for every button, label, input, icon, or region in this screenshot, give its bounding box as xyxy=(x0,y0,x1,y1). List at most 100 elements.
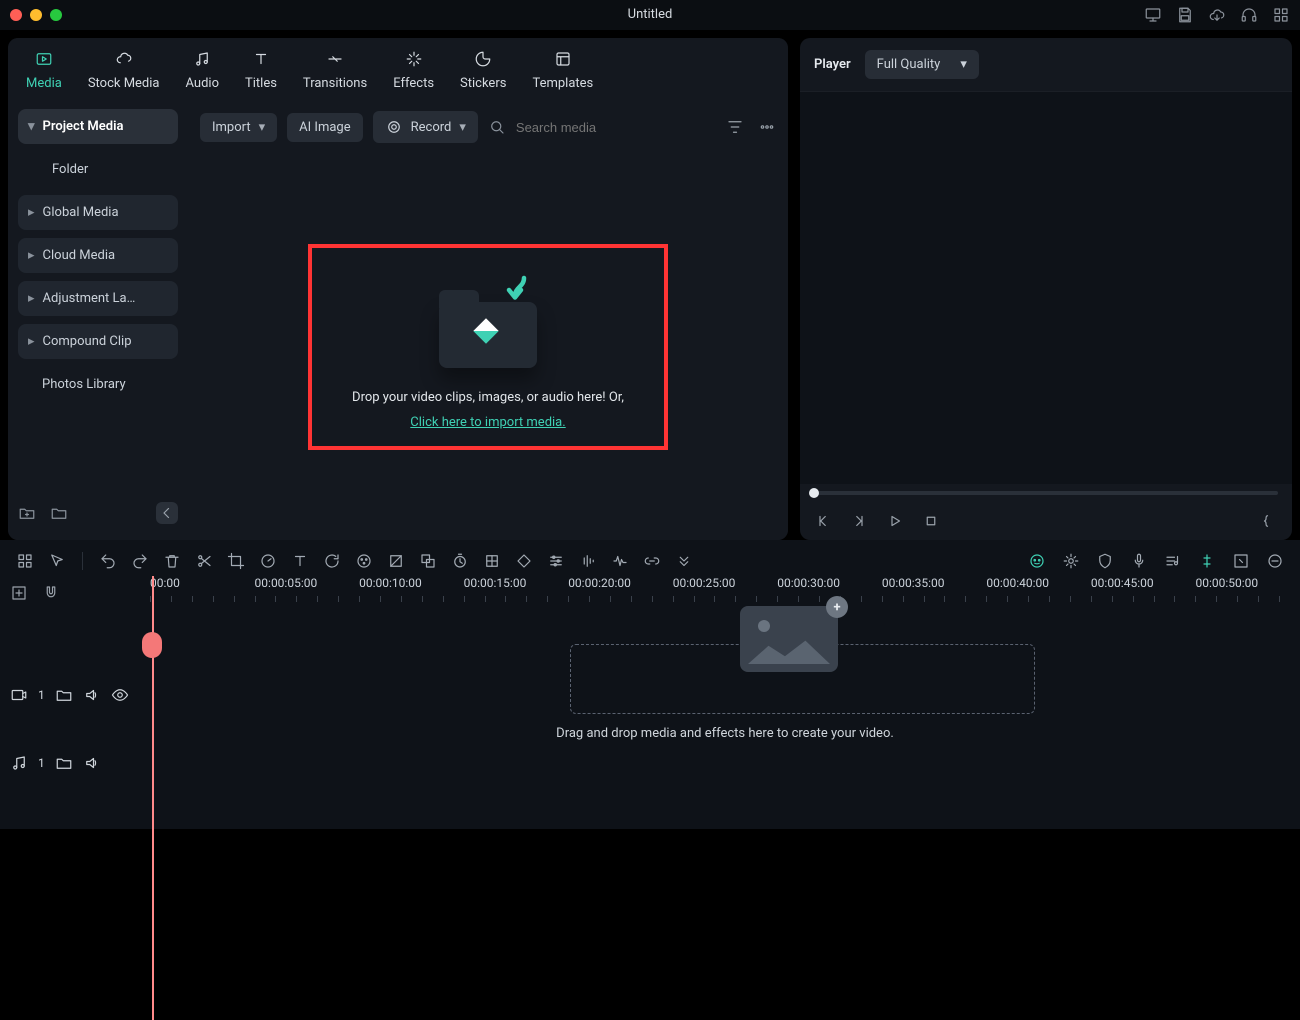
record-button[interactable]: Record ▾ xyxy=(373,111,478,143)
cloud-image-icon xyxy=(115,48,133,70)
import-media-link[interactable]: Click here to import media. xyxy=(410,415,565,430)
link-icon[interactable] xyxy=(643,552,661,570)
sidebar-item-label: Cloud Media xyxy=(43,248,116,263)
mic-icon[interactable] xyxy=(1130,552,1148,570)
stop-icon[interactable] xyxy=(922,512,940,530)
waveform-icon[interactable] xyxy=(611,552,629,570)
timeline-placeholder-thumb[interactable]: + xyxy=(740,606,838,672)
window-title: Untitled xyxy=(0,7,1300,22)
magnet-icon[interactable] xyxy=(42,584,60,602)
sparkle-burst-icon[interactable] xyxy=(1062,552,1080,570)
brace-icon[interactable] xyxy=(1260,512,1278,530)
apps-grid-icon[interactable] xyxy=(1272,6,1290,24)
fullscreen-icon[interactable] xyxy=(1232,552,1250,570)
search-input[interactable] xyxy=(514,119,716,136)
redo-icon[interactable] xyxy=(131,552,149,570)
sidebar-item-global-media[interactable]: ▸ Global Media xyxy=(18,195,178,230)
monitor-icon[interactable] xyxy=(1144,6,1162,24)
group-icon[interactable] xyxy=(419,552,437,570)
timer-icon[interactable] xyxy=(451,552,469,570)
plus-icon[interactable]: + xyxy=(826,596,848,618)
tab-stock-media[interactable]: Stock Media xyxy=(88,48,160,95)
sidebar-item-adjustment-layer[interactable]: ▸ Adjustment La… xyxy=(18,281,178,316)
media-body: ▾ Project Media Folder ▸ Global Media ▸ … xyxy=(8,101,788,540)
timeline-ruler-area[interactable]: 00:0000:00:05:0000:00:10:0000:00:15:0000… xyxy=(150,576,1300,780)
sidebar-item-compound-clip[interactable]: ▸ Compound Clip xyxy=(18,324,178,359)
more-icon[interactable] xyxy=(758,118,776,136)
marker-icon[interactable] xyxy=(1198,552,1216,570)
audio-adjust-icon[interactable] xyxy=(579,552,597,570)
rotate-icon[interactable] xyxy=(323,552,341,570)
template-icon xyxy=(554,48,572,70)
ai-image-button[interactable]: AI Image xyxy=(287,113,362,142)
volume-icon[interactable] xyxy=(83,754,101,772)
close-window[interactable] xyxy=(10,9,22,21)
settings-icon[interactable] xyxy=(547,552,565,570)
import-button[interactable]: Import ▾ xyxy=(200,113,277,142)
volume-icon[interactable] xyxy=(83,686,101,704)
minimize-window[interactable] xyxy=(30,9,42,21)
sidebar-item-folder[interactable]: Folder xyxy=(18,152,178,187)
cloud-icon[interactable] xyxy=(1208,6,1226,24)
freeze-icon[interactable] xyxy=(483,552,501,570)
shield-icon[interactable] xyxy=(1096,552,1114,570)
text-icon[interactable] xyxy=(291,552,309,570)
speed-icon[interactable] xyxy=(259,552,277,570)
zoom-out-icon[interactable] xyxy=(1266,552,1284,570)
tab-templates[interactable]: Templates xyxy=(532,48,593,95)
player-scrubber[interactable] xyxy=(800,484,1292,502)
music-queue-icon[interactable] xyxy=(1164,552,1182,570)
folder-small-icon[interactable] xyxy=(55,754,73,772)
timeline-left: 1 1 xyxy=(0,576,150,780)
timeline-panel: 1 1 00:0000:00:05:0000:00:10:0000:00:15:… xyxy=(0,540,1300,829)
maximize-window[interactable] xyxy=(50,9,62,21)
keyframe-icon[interactable] xyxy=(515,552,533,570)
new-folder-icon[interactable] xyxy=(18,504,36,522)
cut-icon[interactable] xyxy=(195,552,213,570)
tab-titles[interactable]: Titles xyxy=(245,48,277,95)
chevron-right-icon: ▸ xyxy=(28,205,35,220)
ruler-time-label: 00:00:50:00 xyxy=(1195,576,1300,590)
mask-icon[interactable] xyxy=(387,552,405,570)
collapse-sidebar-icon[interactable] xyxy=(156,502,178,524)
audio-track-header[interactable]: 1 xyxy=(10,754,140,772)
save-icon[interactable] xyxy=(1176,6,1194,24)
undo-icon[interactable] xyxy=(99,552,117,570)
timeline-ruler[interactable]: 00:0000:00:05:0000:00:10:0000:00:15:0000… xyxy=(150,576,1300,610)
cursor-icon[interactable] xyxy=(48,552,66,570)
tab-stickers[interactable]: Stickers xyxy=(460,48,506,95)
playhead-handle[interactable] xyxy=(142,632,162,658)
search-box[interactable] xyxy=(488,118,716,136)
crop-icon[interactable] xyxy=(227,552,245,570)
add-track-icon[interactable] xyxy=(10,584,28,602)
more-down-icon[interactable] xyxy=(675,552,693,570)
next-frame-icon[interactable] xyxy=(850,512,868,530)
layout-icon[interactable] xyxy=(16,552,34,570)
sidebar-item-project-media[interactable]: ▾ Project Media xyxy=(18,109,178,144)
tab-label: Templates xyxy=(532,76,593,91)
tab-audio[interactable]: Audio xyxy=(186,48,219,95)
dropzone-text: Drop your video clips, images, or audio … xyxy=(352,390,624,405)
video-track-header[interactable]: 1 xyxy=(10,686,140,704)
tab-effects[interactable]: Effects xyxy=(393,48,434,95)
quality-select[interactable]: Full Quality ▾ xyxy=(865,50,979,79)
sidebar-item-photos-library[interactable]: Photos Library xyxy=(18,367,178,402)
color-icon[interactable] xyxy=(355,552,373,570)
prev-frame-icon[interactable] xyxy=(814,512,832,530)
chevron-right-icon: ▸ xyxy=(28,248,35,263)
headphones-icon[interactable] xyxy=(1240,6,1258,24)
eye-icon[interactable] xyxy=(111,686,129,704)
tab-transitions[interactable]: Transitions xyxy=(303,48,367,95)
folder-small-icon[interactable] xyxy=(55,686,73,704)
filter-icon[interactable] xyxy=(726,118,744,136)
tab-media[interactable]: Media xyxy=(26,48,62,95)
trash-icon[interactable] xyxy=(163,552,181,570)
timeline-drop-message: Drag and drop media and effects here to … xyxy=(150,726,1300,741)
media-dropzone[interactable]: Drop your video clips, images, or audio … xyxy=(308,244,668,450)
folder-icon[interactable] xyxy=(50,504,68,522)
sidebar-item-cloud-media[interactable]: ▸ Cloud Media xyxy=(18,238,178,273)
player-canvas[interactable] xyxy=(800,92,1292,484)
ai-face-icon[interactable] xyxy=(1028,552,1046,570)
play-icon[interactable] xyxy=(886,512,904,530)
chevron-down-icon: ▾ xyxy=(960,57,967,72)
